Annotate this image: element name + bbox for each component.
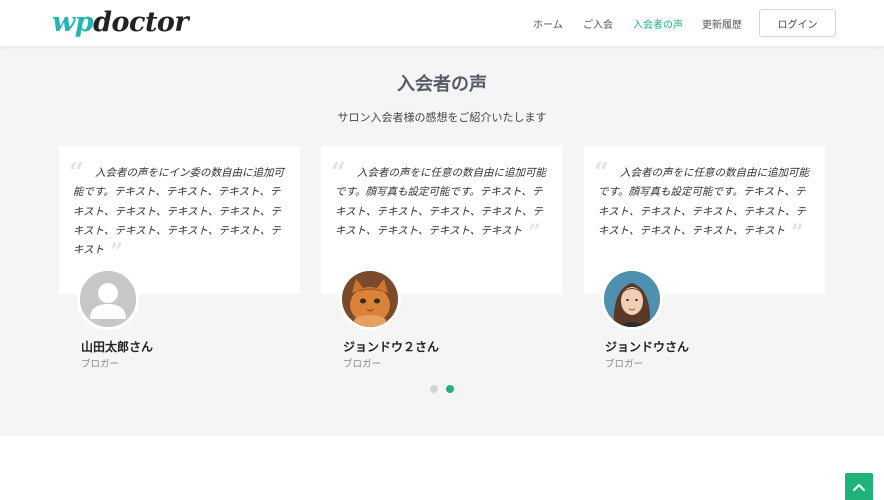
avatar (77, 268, 139, 330)
site-header: wpdoctor ホーム ご入会 入会者の声 更新履歴 ログイン (0, 0, 884, 46)
login-button[interactable]: ログイン (759, 9, 836, 37)
quote-close-icon: ” (528, 219, 541, 246)
logo-doctor: doctor (93, 7, 189, 38)
woman-photo-icon (604, 271, 660, 327)
avatar-cat-photo (339, 268, 401, 330)
testimonial-text: 入会者の声をに任意の数自由に追加可能です。顔写真も設定可能です。テキスト、テキス… (598, 167, 809, 237)
site-logo[interactable]: wpdoctor (52, 6, 189, 40)
nav-changelog[interactable]: 更新履歴 (702, 16, 742, 31)
quote-close-icon: ” (791, 219, 804, 246)
logo-wp: wp (52, 7, 94, 38)
person-role: ブロガー (343, 359, 382, 370)
chevron-up-icon (853, 483, 865, 491)
person-name: 山田太郎さん (81, 340, 154, 354)
nav-home[interactable]: ホーム (533, 16, 563, 31)
section-subtitle: サロン入会者様の感想をご紹介いたします (337, 111, 547, 124)
section-title: 入会者の声 (397, 74, 487, 95)
nav-testimonials[interactable]: 入会者の声 (633, 16, 683, 31)
default-user-icon (80, 271, 136, 327)
nav-join[interactable]: ご入会 (583, 16, 613, 31)
person-name: ジョンドウ２さん (343, 340, 440, 354)
scroll-top-button[interactable] (845, 473, 873, 500)
person-role: ブロガー (605, 359, 644, 370)
testimonial-text: 入会者の声をにイン委の数自由に追加可能です。テキスト、テキスト、テキスト、テキス… (73, 167, 284, 257)
carousel-dot-1[interactable] (430, 385, 438, 393)
testimonial-text: 入会者の声をに任意の数自由に追加可能です。顔写真も設定可能です。テキスト、テキス… (335, 167, 546, 237)
quote-close-icon: ” (110, 239, 123, 266)
person-name: ジョンドウさん (605, 340, 690, 354)
avatar-woman-photo (601, 268, 663, 330)
person-role: ブロガー (81, 359, 120, 370)
cat-photo-icon (342, 271, 398, 327)
carousel-dots (430, 385, 454, 393)
testimonials-section: 入会者の声 サロン入会者様の感想をご紹介いたします “ 入会者の声をにイン委の数… (0, 46, 884, 436)
carousel-dot-2[interactable] (446, 385, 454, 393)
